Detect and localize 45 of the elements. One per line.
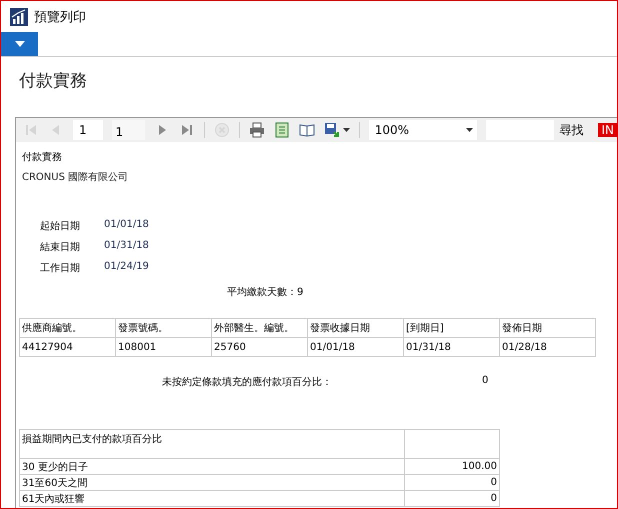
save-icon[interactable] — [324, 122, 340, 138]
page-title: 付款實務 — [18, 70, 88, 93]
table-cell: 100.00 — [404, 458, 500, 474]
printer-icon[interactable] — [248, 122, 265, 138]
window-title: 預覽列印 — [34, 8, 86, 26]
document-icon[interactable] — [274, 122, 290, 138]
table-cell: 30 更少的日子 — [20, 458, 404, 474]
date-label: 工作日期 — [39, 262, 80, 275]
page-count: 1 — [112, 120, 145, 140]
date-value: 01/24/19 — [104, 261, 150, 274]
find-link[interactable]: 尋找 — [559, 122, 584, 138]
report-title: 付款實務 — [22, 150, 63, 164]
table-cell: 0 — [404, 490, 500, 506]
date-value: 01/01/18 — [104, 219, 150, 232]
caret-icon[interactable] — [466, 128, 473, 132]
page-number-field[interactable]: 1 — [73, 120, 103, 140]
company-name: CRONUS 國際有限公司 — [22, 171, 130, 184]
average-days-text: 平均繳款天數：9 — [227, 286, 304, 299]
column-header: 供應商編號。 — [20, 318, 116, 338]
table-cell: 0 — [404, 474, 500, 490]
table-cell: 44127904 — [20, 338, 116, 356]
table-cell: 31至60天之間 — [20, 474, 404, 490]
find-next-link[interactable]: IN — [598, 123, 617, 137]
app-logo-icon — [10, 8, 28, 26]
table-cell: 108001 — [116, 338, 212, 356]
column-header: 發票號碼。 — [116, 318, 212, 338]
zoom-dropdown[interactable]: 100% — [368, 120, 477, 140]
table-cell: 01/28/18 — [500, 338, 596, 356]
table-cell: 25760 — [212, 338, 308, 356]
date-value: 01/31/18 — [104, 240, 150, 253]
caret-icon[interactable] — [342, 128, 350, 132]
column-header: 發票收據日期 — [308, 318, 404, 338]
overdue-value: 0 — [482, 375, 488, 388]
overdue-label: 未按約定條款填充的應付款項百分比： — [162, 376, 333, 389]
menu-button[interactable] — [1, 32, 38, 56]
book-icon[interactable] — [298, 122, 315, 138]
column-header: 外部醫生。編號。 — [212, 318, 308, 338]
table-cell: 61天內或狂響 — [20, 490, 404, 506]
table-cell: 01/31/18 — [404, 338, 500, 356]
column-header: 發佈日期 — [500, 318, 596, 338]
date-label: 起始日期 — [39, 220, 80, 233]
table-cell: 01/01/18 — [308, 338, 404, 356]
column-header: [到期日] — [404, 318, 500, 338]
date-label: 結束日期 — [39, 240, 80, 254]
table-heading: 損益期間內已支付的款項百分比 — [20, 430, 404, 458]
